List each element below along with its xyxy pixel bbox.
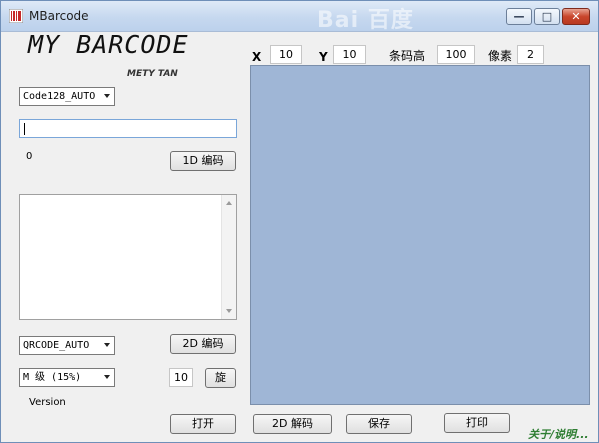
barcode-type-value: Code128_AUTO xyxy=(23,91,96,102)
char-count: 0 xyxy=(26,151,33,162)
content-textarea[interactable] xyxy=(19,194,237,320)
print-button[interactable]: 打印 xyxy=(444,413,510,433)
chevron-down-icon xyxy=(104,94,110,98)
error-correction-value: M 级 (15%) xyxy=(23,372,82,383)
window-title: MBarcode xyxy=(29,9,89,23)
pixel-label: 像素 xyxy=(488,49,513,63)
rotate-input[interactable]: 10 xyxy=(169,368,193,387)
save-button[interactable]: 保存 xyxy=(346,414,412,434)
watermark-text: Bai 百度 xyxy=(317,8,414,33)
chevron-down-icon xyxy=(104,375,110,379)
barcode-type-select[interactable]: Code128_AUTO xyxy=(19,87,115,106)
barcode-preview-canvas[interactable] xyxy=(250,65,590,405)
qr-type-select[interactable]: QRCODE_AUTO xyxy=(19,336,115,355)
close-icon: ✕ xyxy=(571,10,581,23)
app-window: MBarcode Bai 百度 — □ ✕ MY BARCODE METY TA… xyxy=(0,0,599,443)
x-label: X xyxy=(252,50,262,64)
version-label: Version xyxy=(29,397,66,408)
y-input[interactable]: 10 xyxy=(333,45,366,64)
title-bar[interactable]: MBarcode Bai 百度 — □ ✕ xyxy=(1,1,598,33)
app-icon xyxy=(9,9,23,23)
decode-2d-button[interactable]: 2D 解码 xyxy=(253,414,332,434)
maximize-icon: □ xyxy=(541,10,553,23)
minimize-icon: — xyxy=(513,10,525,23)
qr-type-value: QRCODE_AUTO xyxy=(23,340,90,351)
textarea-scrollbar[interactable] xyxy=(221,195,236,319)
barcode-height-input[interactable]: 100 xyxy=(437,45,475,64)
scroll-up-icon[interactable] xyxy=(226,201,232,205)
scroll-down-icon[interactable] xyxy=(226,309,232,313)
encode-2d-button[interactable]: 2D 编码 xyxy=(170,334,236,354)
barcode-text-input[interactable] xyxy=(19,119,237,138)
encode-1d-button[interactable]: 1D 编码 xyxy=(170,151,236,171)
logo-title: MY BARCODE xyxy=(28,30,189,59)
open-button[interactable]: 打开 xyxy=(170,414,236,434)
x-input[interactable]: 10 xyxy=(270,45,302,64)
pixel-input[interactable]: 2 xyxy=(517,45,544,64)
error-correction-select[interactable]: M 级 (15%) xyxy=(19,368,115,387)
rotate-button[interactable]: 旋 xyxy=(205,368,236,388)
chevron-down-icon xyxy=(104,343,110,347)
about-link[interactable]: 关于/说明... xyxy=(528,426,589,442)
minimize-button[interactable]: — xyxy=(506,8,532,25)
barcode-height-label: 条码高 xyxy=(389,49,426,63)
text-caret xyxy=(24,123,25,135)
close-button[interactable]: ✕ xyxy=(562,8,590,25)
maximize-button[interactable]: □ xyxy=(534,8,560,25)
author-signature: METY TAN xyxy=(127,69,178,79)
y-label: Y xyxy=(319,50,328,64)
